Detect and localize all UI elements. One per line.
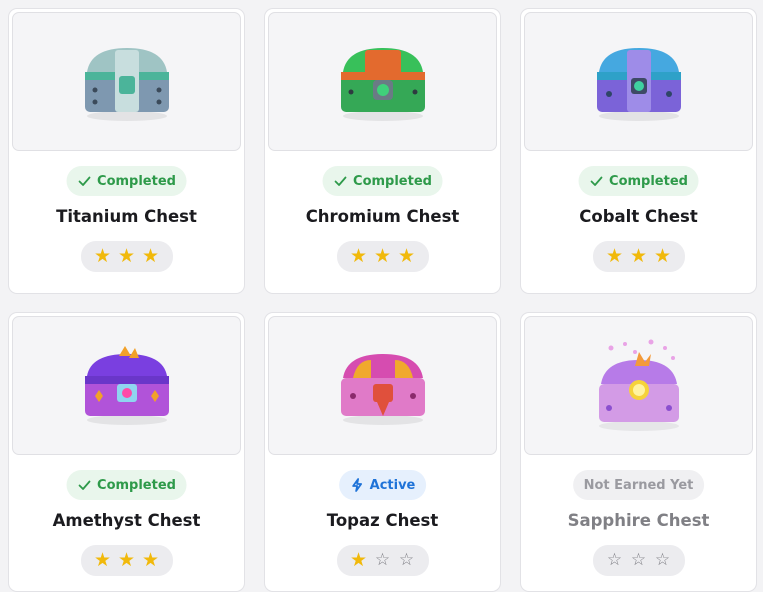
star-rating: ★ ★ ★ [80, 241, 173, 272]
star-filled-icon: ★ [93, 245, 112, 267]
status-label: Completed [97, 477, 176, 493]
chromium-chest-image [340, 47, 425, 121]
star-empty-icon: ☆ [374, 550, 391, 570]
star-filled-icon: ★ [117, 245, 136, 267]
status-badge: Completed [578, 166, 699, 196]
check-icon [78, 176, 90, 186]
star-rating: ★ ★ ★ [592, 241, 685, 272]
chest-image-frame [268, 12, 497, 151]
star-empty-icon: ☆ [654, 550, 671, 570]
star-filled-icon: ★ [653, 245, 672, 267]
topaz-chest-image [340, 353, 425, 425]
star-filled-icon: ★ [349, 549, 368, 571]
status-label: Not Earned Yet [583, 477, 694, 493]
status-label: Completed [609, 173, 688, 189]
chest-card[interactable]: Active Topaz Chest ★ ☆ ☆ [264, 312, 501, 592]
status-label: Completed [97, 173, 176, 189]
status-badge: Not Earned Yet [572, 470, 705, 500]
chest-card[interactable]: Completed Titanium Chest ★ ★ ★ [8, 8, 245, 294]
chest-title: Topaz Chest [326, 511, 439, 530]
amethyst-chest-image [84, 345, 169, 425]
chest-image-frame [12, 12, 241, 151]
star-empty-icon: ☆ [398, 550, 415, 570]
titanium-chest-image [84, 47, 169, 121]
star-rating: ★ ★ ★ [80, 545, 173, 576]
check-icon [334, 176, 346, 186]
star-empty-icon: ☆ [606, 550, 623, 570]
check-icon [78, 480, 90, 490]
chest-title: Titanium Chest [56, 207, 197, 226]
chest-card[interactable]: Not Earned Yet Sapphire Chest ☆ ☆ ☆ [520, 312, 757, 592]
star-filled-icon: ★ [629, 245, 648, 267]
star-filled-icon: ★ [349, 245, 368, 267]
lightning-icon [351, 478, 362, 492]
chest-image-frame [12, 316, 241, 455]
star-filled-icon: ★ [117, 549, 136, 571]
chest-image-frame [524, 12, 753, 151]
check-icon [590, 176, 602, 186]
chest-title: Cobalt Chest [579, 207, 698, 226]
chest-title: Sapphire Chest [567, 511, 710, 530]
status-label: Completed [353, 173, 432, 189]
chest-card[interactable]: Completed Cobalt Chest ★ ★ ★ [520, 8, 757, 294]
star-filled-icon: ★ [373, 245, 392, 267]
star-empty-icon: ☆ [630, 550, 647, 570]
chest-image-frame [268, 316, 497, 455]
cobalt-chest-image [596, 47, 681, 121]
star-rating: ★ ★ ★ [336, 241, 429, 272]
star-rating: ★ ☆ ☆ [336, 545, 429, 576]
status-badge: Active [338, 470, 427, 500]
star-filled-icon: ★ [605, 245, 624, 267]
status-badge: Completed [66, 166, 187, 196]
star-filled-icon: ★ [141, 245, 160, 267]
chest-image-frame [524, 316, 753, 455]
star-filled-icon: ★ [141, 549, 160, 571]
sapphire-chest-image [598, 339, 679, 431]
chest-title: Amethyst Chest [52, 511, 201, 530]
status-label: Active [369, 477, 416, 493]
star-filled-icon: ★ [397, 245, 416, 267]
chest-card[interactable]: Completed Chromium Chest ★ ★ ★ [264, 8, 501, 294]
status-badge: Completed [322, 166, 443, 196]
chest-title: Chromium Chest [305, 207, 460, 226]
chest-card[interactable]: Completed Amethyst Chest ★ ★ ★ [8, 312, 245, 592]
status-badge: Completed [66, 470, 187, 500]
star-filled-icon: ★ [93, 549, 112, 571]
star-rating: ☆ ☆ ☆ [592, 545, 685, 576]
